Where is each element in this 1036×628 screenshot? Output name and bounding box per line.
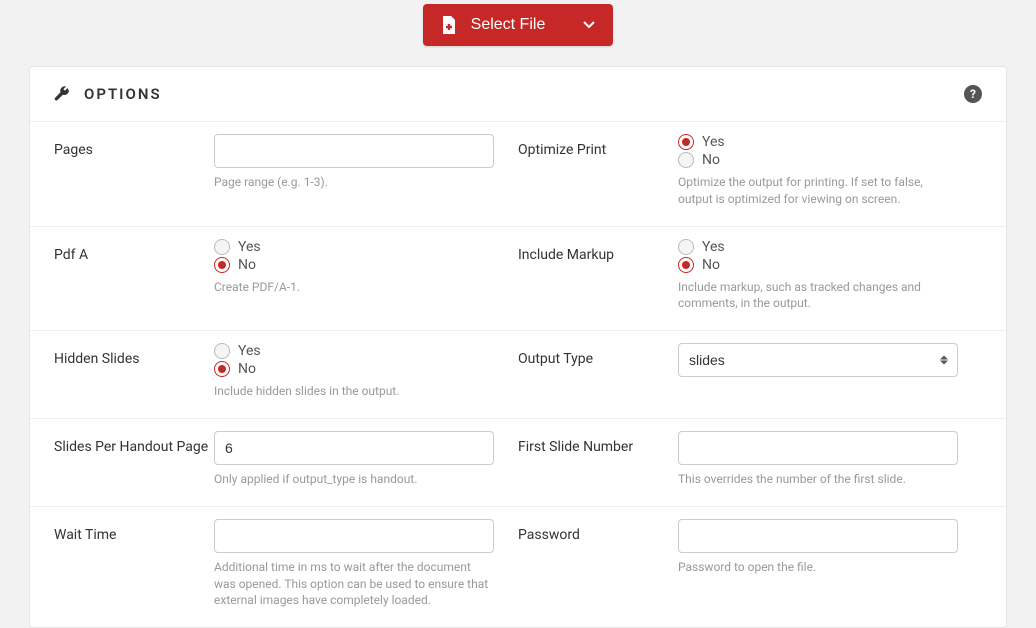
wait-time-help: Additional time in ms to wait after the … <box>214 559 494 609</box>
pdfa-radio-group: Yes No <box>214 239 494 273</box>
include-markup-help: Include markup, such as tracked changes … <box>678 279 958 313</box>
select-file-label: Select File <box>471 16 546 34</box>
pdfa-label: Pdf A <box>54 239 214 313</box>
hidden-slides-yes[interactable]: Yes <box>214 343 494 359</box>
include-markup-radio-group: Yes No <box>678 239 958 273</box>
file-add-icon <box>441 16 457 34</box>
row-hidden-outputtype: Hidden Slides Yes No Include hidden slid… <box>30 330 1006 418</box>
wrench-icon <box>54 86 70 102</box>
radio-label: No <box>702 257 720 273</box>
include-markup-label: Include Markup <box>518 239 678 313</box>
wait-time-label: Wait Time <box>54 519 214 609</box>
radio-icon <box>678 152 694 168</box>
pdfa-no[interactable]: No <box>214 257 494 273</box>
optimize-print-no[interactable]: No <box>678 152 958 168</box>
radio-label: Yes <box>238 343 261 359</box>
radio-icon <box>678 257 694 273</box>
pages-help: Page range (e.g. 1-3). <box>214 174 494 191</box>
radio-icon <box>214 257 230 273</box>
output-type-select[interactable]: slides <box>678 343 958 377</box>
radio-label: Yes <box>702 134 725 150</box>
radio-icon <box>214 361 230 377</box>
output-type-label: Output Type <box>518 343 678 400</box>
optimize-print-yes[interactable]: Yes <box>678 134 958 150</box>
password-label: Password <box>518 519 678 609</box>
slides-per-handout-help: Only applied if output_type is handout. <box>214 471 494 488</box>
pdfa-yes[interactable]: Yes <box>214 239 494 255</box>
optimize-print-help: Optimize the output for printing. If set… <box>678 174 958 208</box>
radio-label: Yes <box>238 239 261 255</box>
hidden-slides-radio-group: Yes No <box>214 343 494 377</box>
row-pdfa-markup: Pdf A Yes No Create PDF/A-1. <box>30 226 1006 331</box>
hidden-slides-label: Hidden Slides <box>54 343 214 400</box>
radio-icon <box>678 134 694 150</box>
radio-label: Yes <box>702 239 725 255</box>
include-markup-no[interactable]: No <box>678 257 958 273</box>
options-title: OPTIONS <box>84 85 162 103</box>
radio-label: No <box>702 152 720 168</box>
row-handout-firstslide: Slides Per Handout Page Only applied if … <box>30 418 1006 506</box>
radio-label: No <box>238 361 256 377</box>
password-help: Password to open the file. <box>678 559 958 576</box>
radio-icon <box>678 239 694 255</box>
optimize-print-label: Optimize Print <box>518 134 678 208</box>
pdfa-help: Create PDF/A-1. <box>214 279 494 296</box>
radio-icon <box>214 343 230 359</box>
first-slide-number-input[interactable] <box>678 431 958 465</box>
select-file-button[interactable]: Select File <box>423 4 614 46</box>
hidden-slides-help: Include hidden slides in the output. <box>214 383 494 400</box>
first-slide-number-help: This overrides the number of the first s… <box>678 471 958 488</box>
row-waittime-password: Wait Time Additional time in ms to wait … <box>30 506 1006 627</box>
pages-input[interactable] <box>214 134 494 168</box>
help-icon[interactable]: ? <box>964 85 982 103</box>
radio-icon <box>214 239 230 255</box>
options-panel: OPTIONS ? Pages Page range (e.g. 1-3). O… <box>29 66 1007 628</box>
password-input[interactable] <box>678 519 958 553</box>
slides-per-handout-input[interactable] <box>214 431 494 465</box>
row-pages-optimize: Pages Page range (e.g. 1-3). Optimize Pr… <box>30 121 1006 226</box>
wait-time-input[interactable] <box>214 519 494 553</box>
options-header: OPTIONS ? <box>30 67 1006 121</box>
chevron-down-icon <box>559 21 595 29</box>
radio-label: No <box>238 257 256 273</box>
pages-label: Pages <box>54 134 214 208</box>
slides-per-handout-label: Slides Per Handout Page <box>54 431 214 488</box>
include-markup-yes[interactable]: Yes <box>678 239 958 255</box>
hidden-slides-no[interactable]: No <box>214 361 494 377</box>
select-file-section: Select File <box>0 0 1036 66</box>
first-slide-number-label: First Slide Number <box>518 431 678 488</box>
optimize-print-radio-group: Yes No <box>678 134 958 168</box>
